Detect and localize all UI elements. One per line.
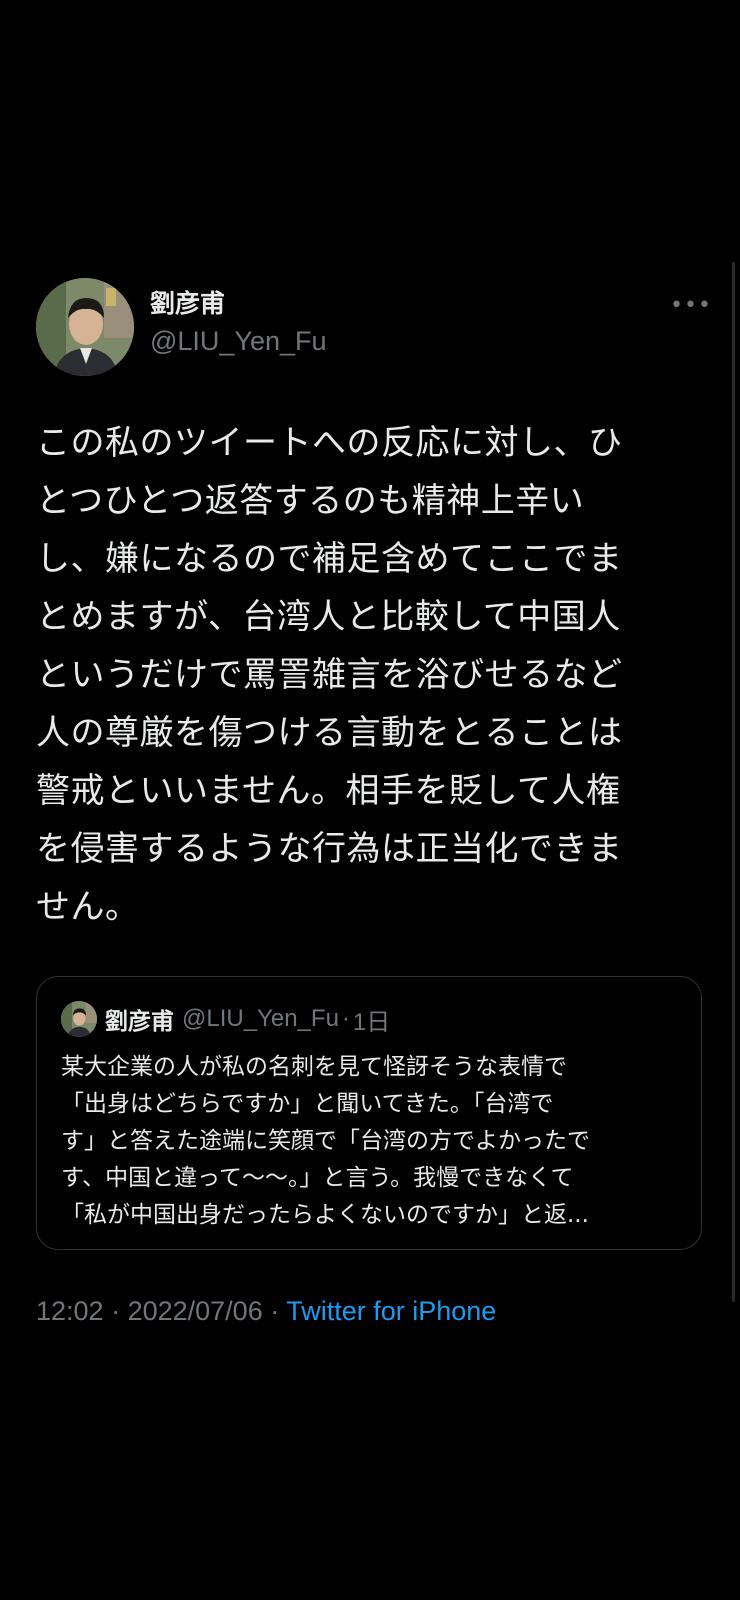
tweet-date: 2022/07/06 <box>127 1296 263 1326</box>
author-avatar[interactable] <box>36 278 134 376</box>
quoted-tweet-text: 某大企業の人が私の名刺を見て怪訝そうな表情で 「出身はどちらですか」と聞いてきた… <box>61 1054 590 1228</box>
tweet-text: この私のツイートへの反応に対し、ひ とつひとつ返答するのも精神上辛い し、嫌にな… <box>36 423 623 927</box>
scrollbar[interactable] <box>732 262 735 1302</box>
quoted-separator: · <box>341 1005 350 1032</box>
tweet-time: 12:02 <box>36 1296 104 1326</box>
author-handle[interactable]: @LIU_Yen_Fu <box>150 323 327 359</box>
quoted-tweet-header: 劉彦甫 @LIU_Yen_Fu · 1日 <box>61 1001 390 1037</box>
tweet-source-link[interactable]: Twitter for iPhone <box>286 1296 496 1326</box>
quoted-author-name: 劉彦甫 <box>105 1009 174 1035</box>
more-options-icon[interactable]: ••• <box>670 295 711 317</box>
meta-separator: · <box>103 1296 128 1326</box>
meta-separator: · <box>262 1296 287 1326</box>
author-name-block: 劉彦甫 @LIU_Yen_Fu <box>150 288 327 359</box>
author-display-name[interactable]: 劉彦甫 <box>150 288 327 320</box>
quoted-timestamp: 1日 <box>352 1008 391 1036</box>
tweet-detail-page: 劉彦甫 @LIU_Yen_Fu ••• この私のツイートへの反応に対し、ひ とつ… <box>0 0 740 1600</box>
tweet-header: 劉彦甫 @LIU_Yen_Fu ••• <box>36 278 711 378</box>
quoted-tweet-card[interactable]: 劉彦甫 @LIU_Yen_Fu · 1日 某大企業の人が私の名刺を見て怪訝そうな… <box>36 976 702 1250</box>
quoted-author-handle: @LIU_Yen_Fu <box>182 1005 339 1032</box>
tweet-metadata: 12:02 · 2022/07/06 · Twitter for iPhone <box>36 1296 496 1327</box>
quoted-author-avatar <box>61 1001 97 1037</box>
